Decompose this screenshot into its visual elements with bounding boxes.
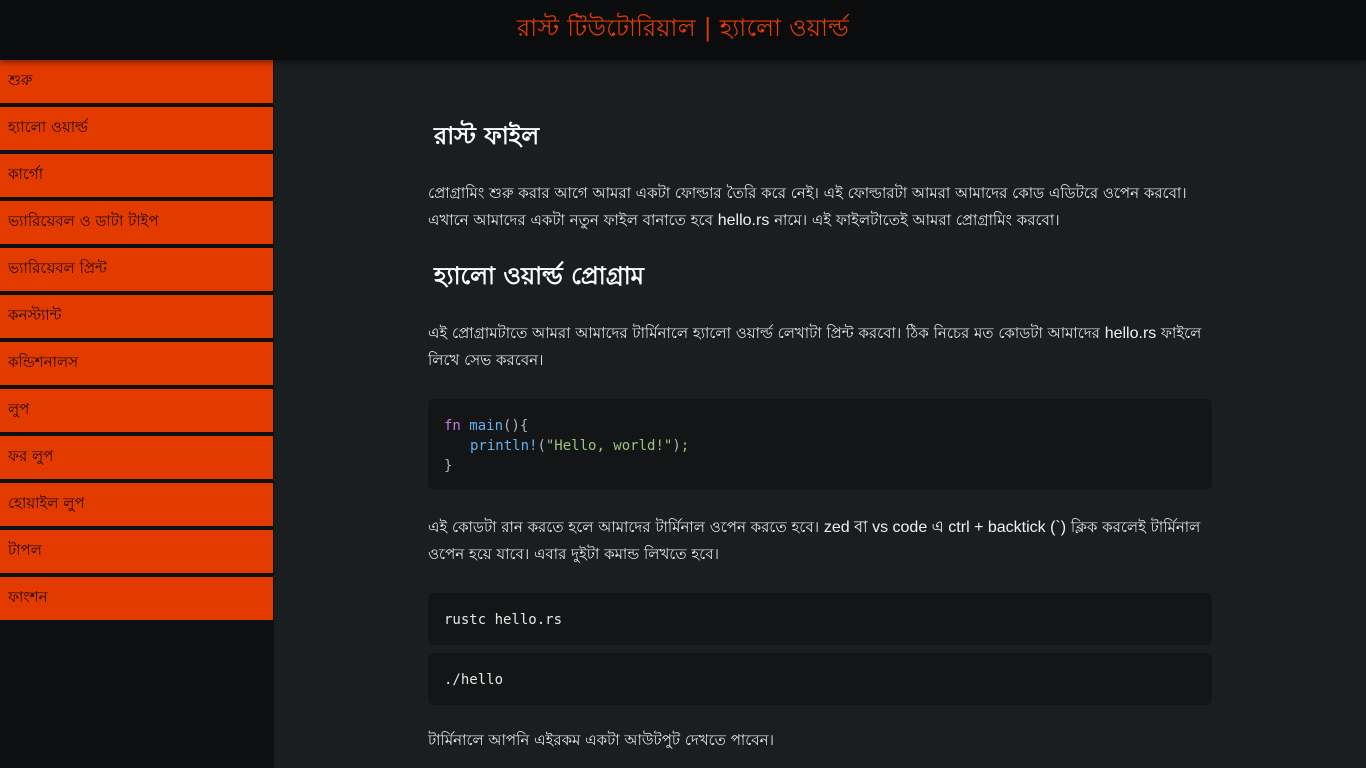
inline-code-filename: hello.rs	[717, 212, 770, 229]
sidebar-item-label: কন্ডিশনালস	[8, 353, 79, 371]
paragraph-text: নামে। এই ফাইলটাতেই আমরা প্রোগ্রামিং করবো…	[769, 211, 1060, 229]
code-punctuation: )	[672, 438, 681, 454]
code-block-run[interactable]: ./hello	[428, 653, 1212, 705]
sidebar-item-label: ভ্যারিয়েবল প্রিন্ট	[8, 259, 107, 277]
code-punctuation: (	[537, 438, 546, 454]
sidebar-item-variables-datatypes[interactable]: ভ্যারিয়েবল ও ডাটা টাইপ	[0, 201, 273, 244]
code-command: rustc hello.rs	[444, 612, 563, 628]
code-macro: println!	[470, 438, 538, 454]
sidebar-item-label: হ্যালো ওয়ার্ল্ড	[8, 118, 89, 136]
paragraph-text: এই প্রোগ্রামটাতে আমরা আমাদের টার্মিনালে …	[428, 324, 1105, 342]
code-function-name: main	[469, 418, 504, 434]
site-title: রাস্ট টিউটোরিয়াল | হ্যালো ওয়ার্ল্ড	[517, 14, 849, 42]
sidebar-item-label: ফর লুপ	[8, 447, 54, 465]
code-punctuation: (){	[503, 418, 529, 434]
code-line: fn main(){	[444, 416, 1196, 436]
code-block-hello-world[interactable]: fn main(){ println!("Hello, world!"); }	[428, 399, 1212, 490]
sidebar: শুরু হ্যালো ওয়ার্ল্ড কার্গো ভ্যারিয়েবল…	[0, 60, 274, 768]
paragraph-hello-world: এই প্রোগ্রামটাতে আমরা আমাদের টার্মিনালে …	[428, 320, 1213, 374]
sidebar-item-function[interactable]: ফাংশন	[0, 577, 273, 620]
sidebar-item-label: টাপল	[8, 541, 42, 559]
sidebar-item-tuple[interactable]: টাপল	[0, 530, 273, 573]
code-punctuation: ;	[680, 438, 690, 454]
sidebar-item-conditionals[interactable]: কন্ডিশনালস	[0, 342, 273, 385]
sidebar-item-label: কনস্ট্যান্ট	[8, 306, 62, 324]
sidebar-item-label: ভ্যারিয়েবল ও ডাটা টাইপ	[8, 212, 159, 230]
main-content: রাস্ট ফাইল প্রোগ্রামিং শুরু করার আগে আমর…	[274, 60, 1366, 768]
top-bar: রাস্ট টিউটোরিয়াল | হ্যালো ওয়ার্ল্ড	[0, 0, 1366, 60]
sidebar-item-label: কার্গো	[8, 165, 44, 183]
sidebar-item-variable-print[interactable]: ভ্যারিয়েবল প্রিন্ট	[0, 248, 273, 291]
sidebar-item-while-loop[interactable]: হোয়াইল লুপ	[0, 483, 273, 526]
code-command: ./hello	[444, 672, 504, 688]
code-line: }	[444, 456, 1196, 476]
code-line: println!("Hello, world!");	[444, 436, 1196, 456]
code-block-compile[interactable]: rustc hello.rs	[428, 593, 1212, 645]
sidebar-item-hello-world[interactable]: হ্যালো ওয়ার্ল্ড	[0, 107, 273, 150]
sidebar-item-loop[interactable]: লুপ	[0, 389, 273, 432]
paragraph-run-instructions: এই কোডটা রান করতে হলে আমাদের টার্মিনাল ও…	[428, 514, 1213, 568]
paragraph-text: এই কোডটা রান করতে হলে আমাদের টার্মিনাল ও…	[428, 518, 824, 536]
sidebar-item-intro[interactable]: শুরু	[0, 60, 273, 103]
sidebar-item-label: ফাংশন	[8, 588, 48, 606]
sidebar-item-for-loop[interactable]: ফর লুপ	[0, 436, 273, 479]
inline-code-shortcut: zed বা vs code এ ctrl + backtick (`)	[823, 519, 1067, 536]
code-string: "Hello, world!"	[545, 438, 673, 454]
paragraph-output: টার্মিনালে আপনি এইরকম একটা আউটপুট দেখতে …	[428, 731, 774, 749]
heading-hello-world-program: হ্যালো ওয়ার্ল্ড প্রোগ্রাম	[434, 261, 644, 290]
sidebar-item-label: হোয়াইল লুপ	[8, 494, 85, 512]
sidebar-item-cargo[interactable]: কার্গো	[0, 154, 273, 197]
code-punctuation: }	[444, 458, 453, 474]
heading-rust-file: রাস্ট ফাইল	[434, 121, 540, 150]
paragraph-rust-file: প্রোগ্রামিং শুরু করার আগে আমরা একটা ফোল্…	[428, 180, 1213, 234]
code-keyword: fn	[444, 418, 461, 434]
inline-code-filename: hello.rs	[1104, 325, 1157, 342]
sidebar-item-constant[interactable]: কনস্ট্যান্ট	[0, 295, 273, 338]
sidebar-item-label: শুরু	[8, 71, 33, 89]
sidebar-item-label: লুপ	[8, 400, 30, 418]
sidebar-list: শুরু হ্যালো ওয়ার্ল্ড কার্গো ভ্যারিয়েবল…	[0, 60, 274, 620]
